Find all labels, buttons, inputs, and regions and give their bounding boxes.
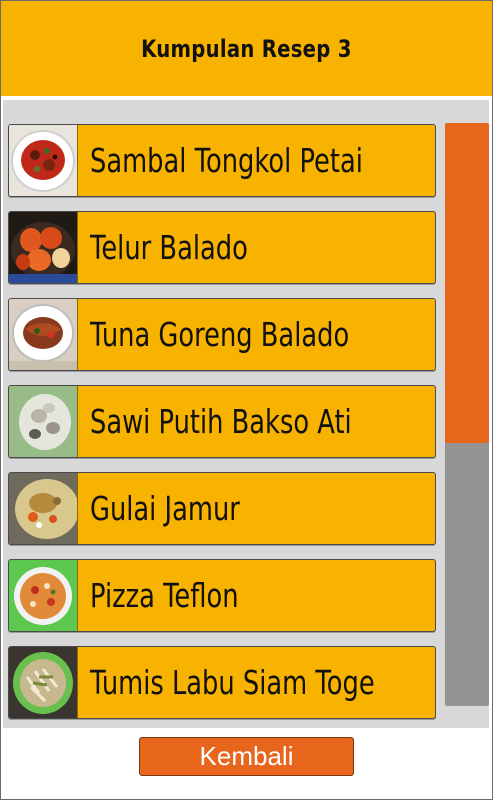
list-scrollbar[interactable]	[445, 123, 489, 706]
pizza-teflon-photo-icon	[9, 560, 78, 631]
header-divider	[1, 96, 492, 98]
back-button[interactable]: Kembali	[139, 737, 354, 776]
page-title: Kumpulan Resep 3	[141, 35, 352, 63]
recipe-item-label: Sawi Putih Bakso Ati	[90, 402, 352, 441]
recipe-item-label: Pizza Teflon	[90, 576, 239, 615]
recipe-item-sambal-tongkol-petai[interactable]: Sambal Tongkol Petai	[8, 124, 436, 197]
gulai-jamur-photo-icon	[9, 473, 78, 544]
recipe-item-label: Telur Balado	[90, 228, 248, 267]
app-header: Kumpulan Resep 3	[1, 1, 492, 97]
recipe-item-tumis-labu-siam-toge[interactable]: Tumis Labu Siam Toge	[8, 646, 436, 719]
recipe-item-label: Tumis Labu Siam Toge	[90, 663, 375, 702]
recipe-item-sawi-putih-bakso-ati[interactable]: Sawi Putih Bakso Ati	[8, 385, 436, 458]
telur-balado-photo-icon	[9, 212, 78, 283]
recipe-item-telur-balado[interactable]: Telur Balado	[8, 211, 436, 284]
scrollbar-thumb[interactable]	[445, 123, 489, 443]
sambal-tongkol-petai-photo-icon	[9, 125, 78, 196]
recipe-item-gulai-jamur[interactable]: Gulai Jamur	[8, 472, 436, 545]
tuna-goreng-balado-photo-icon	[9, 299, 78, 370]
recipe-item-label: Sambal Tongkol Petai	[90, 141, 363, 180]
recipe-item-pizza-teflon[interactable]: Pizza Teflon	[8, 559, 436, 632]
recipe-item-tuna-goreng-balado[interactable]: Tuna Goreng Balado	[8, 298, 436, 371]
sawi-putih-bakso-ati-photo-icon	[9, 386, 78, 457]
recipe-item-label: Tuna Goreng Balado	[90, 315, 350, 354]
recipe-item-label: Gulai Jamur	[90, 489, 240, 528]
tumis-labu-siam-toge-photo-icon	[9, 647, 78, 718]
